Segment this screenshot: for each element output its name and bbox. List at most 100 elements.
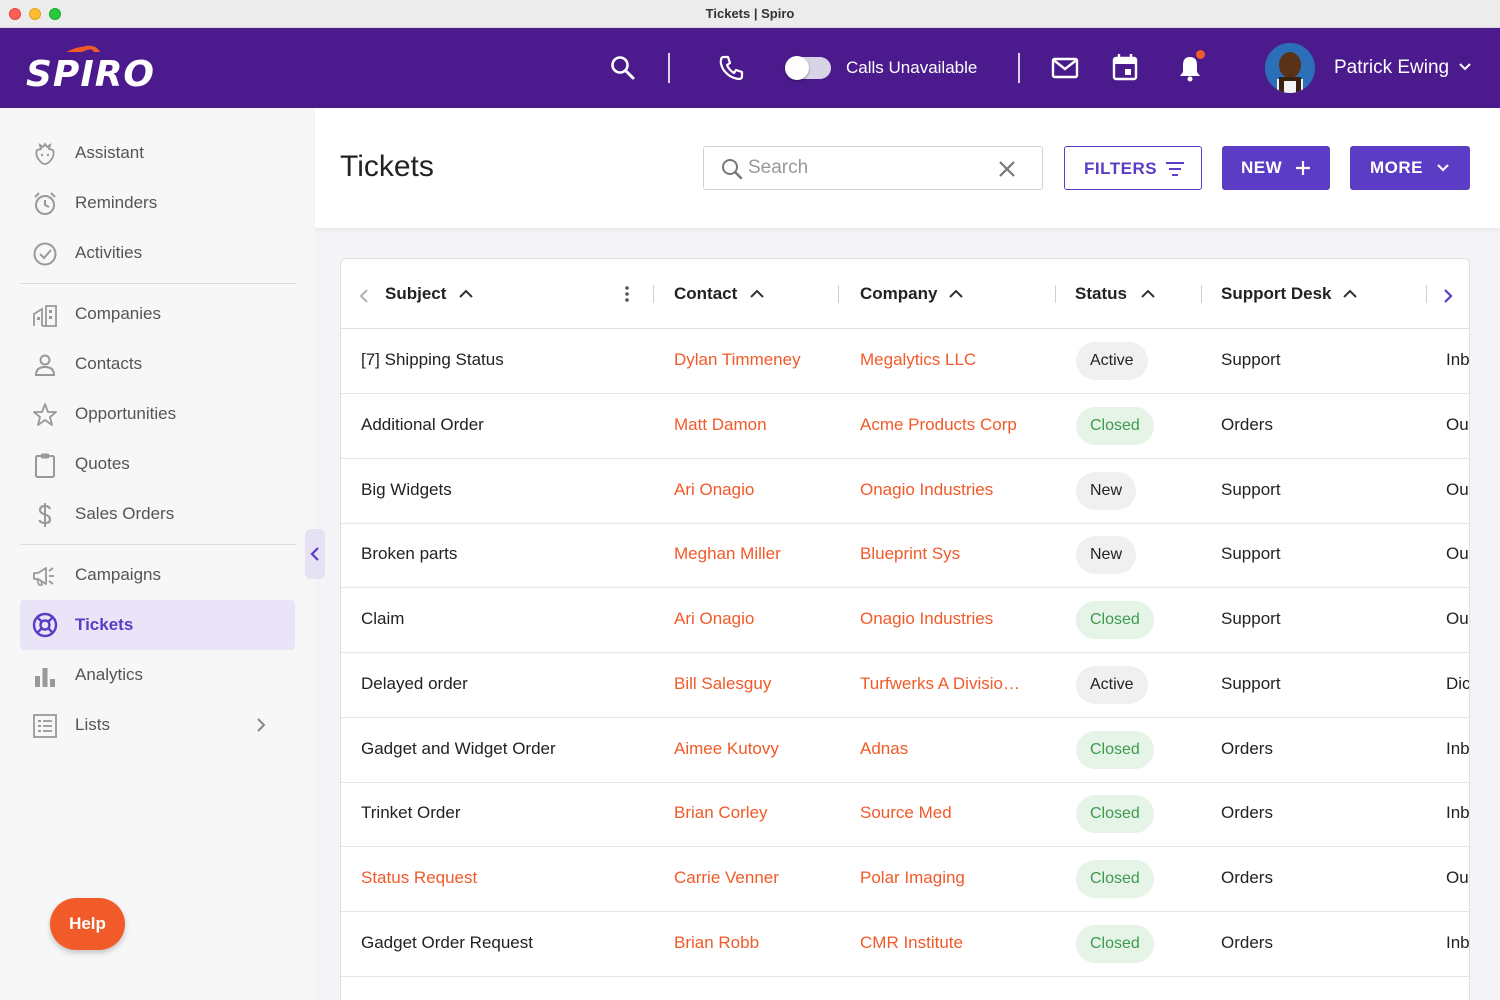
sidebar-item-activities[interactable]: Activities [20, 229, 295, 277]
table-row[interactable]: Gadget Order Request Brian Robb CMR Instit… [341, 912, 1469, 977]
cell-contact-link[interactable]: Aimee Kutovy [674, 739, 849, 759]
cell-subject: Claim [361, 609, 405, 628]
search-input[interactable] [748, 155, 988, 181]
sidebar-collapse-button[interactable] [305, 529, 325, 579]
clear-search-icon[interactable] [997, 159, 1017, 179]
cell-company-link[interactable]: Turfwerks A Divisio… [860, 674, 1032, 694]
calls-availability-toggle[interactable] [785, 56, 831, 80]
new-button[interactable]: NEW [1222, 146, 1330, 190]
status-badge: New [1076, 536, 1137, 574]
cell-overflow-column: Inb [1446, 350, 1470, 369]
sidebar-item-campaigns[interactable]: Campaigns [20, 551, 295, 599]
cell-company-link[interactable]: Blueprint Sys [860, 544, 1032, 564]
sort-asc-icon[interactable] [458, 287, 474, 301]
status-badge: Closed [1076, 795, 1154, 833]
column-header-subject[interactable]: Subject [385, 284, 446, 304]
user-name[interactable]: Patrick Ewing [1334, 57, 1449, 79]
search-icon[interactable] [608, 53, 638, 83]
column-divider[interactable] [1201, 285, 1202, 303]
filters-button[interactable]: FILTERS [1064, 146, 1202, 190]
cell-contact-link[interactable]: Meghan Miller [674, 544, 849, 564]
table-row[interactable]: Trinket Order Brian Corley Source Med Close… [341, 782, 1470, 847]
cell-company-link[interactable]: Megalytics LLC [860, 350, 1032, 370]
column-header-status[interactable]: Status [1075, 284, 1127, 304]
sort-asc-icon[interactable] [1140, 287, 1156, 301]
new-label: NEW [1241, 158, 1283, 177]
column-divider[interactable] [1426, 285, 1427, 303]
cell-company-link[interactable]: Polar Imaging [860, 868, 1032, 888]
cell-contact-link[interactable]: Ari Onagio [674, 480, 849, 500]
table-row[interactable]: Claim Ari Onagio Onagio Industries Closed Su… [341, 588, 1469, 653]
phone-icon[interactable] [717, 53, 747, 83]
cell-contact-link[interactable]: Matt Damon [674, 415, 849, 435]
avatar[interactable] [1265, 43, 1315, 93]
cell-contact-link[interactable]: Dylan Timmeney [674, 350, 849, 370]
more-button[interactable]: MORE [1350, 146, 1470, 190]
list-icon [33, 714, 57, 738]
chevron-right-icon[interactable] [253, 716, 269, 734]
sort-asc-icon[interactable] [948, 287, 964, 301]
cell-overflow-column: Inb [1446, 803, 1470, 822]
search-box[interactable] [703, 146, 1043, 190]
cell-contact-link[interactable]: Brian Robb [674, 933, 849, 953]
column-header-support-desk[interactable]: Support Desk [1221, 284, 1332, 304]
cell-contact-link[interactable]: Brian Corley [674, 803, 849, 823]
dollar-icon [38, 503, 52, 527]
cell-subject: Trinket Order [361, 803, 461, 822]
sidebar-item-analytics[interactable]: Analytics [20, 651, 295, 699]
app-header: SPIRO Calls Unavailable Patrick Ewing [0, 28, 1500, 108]
sort-asc-icon[interactable] [749, 287, 765, 301]
sidebar-item-quotes[interactable]: Quotes [20, 440, 295, 488]
cell-company-link[interactable]: CMR Institute [860, 933, 1032, 953]
cell-company-link[interactable]: Onagio Industries [860, 609, 1032, 629]
column-menu-icon[interactable] [623, 284, 631, 304]
cell-contact-link[interactable]: Carrie Venner [674, 868, 849, 888]
column-divider[interactable] [1055, 285, 1056, 303]
table-row[interactable]: Additional Order Matt Damon Acme Products … [341, 394, 1469, 459]
page-toolbar: Tickets FILTERS NEW MORE [315, 108, 1500, 228]
scroll-right-icon[interactable] [1442, 288, 1454, 304]
cell-contact-link[interactable]: Bill Salesguy [674, 674, 849, 694]
sidebar-item-reminders[interactable]: Reminders [20, 179, 295, 227]
sidebar-item-assistant[interactable]: Assistant [20, 129, 295, 177]
sort-asc-icon[interactable] [1342, 287, 1358, 301]
chevron-down-icon[interactable] [1458, 60, 1472, 74]
table-row[interactable]: [7] Shipping Status Dylan Timmeney Megalyt… [341, 329, 1470, 394]
sidebar-item-opportunities[interactable]: Opportunities [20, 390, 295, 438]
cell-company-link[interactable]: Acme Products Corp [860, 415, 1032, 435]
table-row[interactable]: Status Request Carrie Venner Polar Imaging… [341, 847, 1469, 912]
mail-icon[interactable] [1050, 53, 1080, 83]
cell-company-link[interactable]: Onagio Industries [860, 480, 1032, 500]
sidebar-item-contacts[interactable]: Contacts [20, 340, 295, 388]
sidebar-item-lists[interactable]: Lists [20, 701, 295, 749]
column-divider[interactable] [838, 285, 839, 303]
scroll-left-icon[interactable] [358, 288, 370, 304]
header-divider [668, 53, 670, 83]
column-divider[interactable] [653, 285, 654, 303]
cell-contact-link[interactable]: Ari Onagio [674, 609, 849, 629]
column-header-company[interactable]: Company [860, 284, 937, 304]
building-icon [33, 305, 57, 327]
sidebar-item-tickets[interactable]: Tickets [20, 600, 295, 650]
cell-subject: Broken parts [361, 544, 458, 563]
cell-subject: Gadget Order Request [361, 933, 533, 952]
calendar-icon[interactable] [1110, 52, 1140, 82]
sidebar-item-sales-orders[interactable]: Sales Orders [20, 490, 295, 538]
cell-subject[interactable]: Status Request [361, 868, 651, 888]
sidebar-item-companies[interactable]: Companies [20, 290, 295, 338]
table-row[interactable]: Broken parts Meghan Miller Blueprint Sys Ne… [341, 523, 1469, 588]
help-button[interactable]: Help [50, 898, 125, 950]
table-row[interactable]: Delayed order Bill Salesguy Turfwerks A Di… [341, 653, 1469, 718]
cell-company-link[interactable]: Source Med [860, 803, 1032, 823]
bar-chart-icon [35, 668, 55, 687]
cell-overflow-column: Ou [1446, 415, 1469, 434]
status-badge: Active [1076, 342, 1148, 380]
status-badge: Closed [1076, 925, 1154, 963]
table-row[interactable]: Big Widgets Ari Onagio Onagio Industries Ne… [341, 459, 1469, 524]
column-header-contact[interactable]: Contact [674, 284, 737, 304]
cell-support-desk: Support [1221, 350, 1281, 369]
table-row[interactable]: Gadget and Widget Order Aimee Kutovy Adnas… [341, 718, 1469, 783]
cell-company-link[interactable]: Adnas [860, 739, 1032, 759]
status-badge: Closed [1076, 601, 1154, 639]
spiro-logo[interactable]: SPIRO [26, 42, 156, 95]
